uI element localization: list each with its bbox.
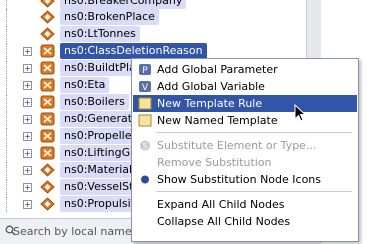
- svg-text:P: P: [142, 66, 148, 76]
- tree-node-label[interactable]: ns0:VesselSt: [60, 179, 138, 195]
- element-node-icon: [40, 10, 55, 24]
- element-node-icon: [40, 129, 55, 143]
- menu-item-new-template-rule[interactable]: New Template Rule: [133, 95, 357, 112]
- expand-icon[interactable]: +: [23, 132, 32, 141]
- tree-node-label[interactable]: ns0:Propulsi: [60, 196, 135, 212]
- svg-text:S: S: [142, 142, 147, 151]
- menu-item-new-named-template[interactable]: New Named Template: [133, 112, 357, 129]
- menu-item-show-substitution-icons[interactable]: Show Substitution Node Icons: [133, 171, 357, 188]
- tree-row[interactable]: ns0:BreakerCompany: [0, 0, 320, 9]
- expand-icon[interactable]: +: [23, 149, 32, 158]
- tree-node-label[interactable]: ns0:Propelle: [60, 128, 136, 144]
- add-parameter-icon: P: [139, 64, 151, 76]
- tree-node-label[interactable]: ns0:Eta: [60, 77, 110, 93]
- tree-node-label[interactable]: ns0:LtTonnes: [60, 26, 140, 42]
- tree-row[interactable]: + ns0:ClassDeletionReason: [0, 43, 320, 59]
- element-node-icon: [40, 163, 55, 177]
- context-menu: P Add Global Parameter V Add Global Vari…: [131, 58, 359, 242]
- expand-icon[interactable]: +: [23, 200, 32, 209]
- substitute-icon: S: [140, 140, 150, 151]
- mouse-cursor-icon: [294, 104, 307, 122]
- element-node-icon: [40, 180, 55, 194]
- expand-icon[interactable]: +: [23, 98, 32, 107]
- element-node-icon: [40, 78, 55, 92]
- add-variable-icon: V: [139, 81, 151, 93]
- expand-icon[interactable]: +: [23, 81, 32, 90]
- expand-icon[interactable]: +: [23, 166, 32, 175]
- tree-row[interactable]: ns0:BrokenPlace: [0, 9, 320, 25]
- element-node-icon: [40, 44, 55, 58]
- expand-icon[interactable]: +: [23, 115, 32, 124]
- element-node-icon: [40, 95, 55, 109]
- expand-icon[interactable]: +: [23, 183, 32, 192]
- element-node-icon: [40, 61, 55, 75]
- tree-node-label[interactable]: ns0:LiftingG: [60, 145, 135, 161]
- element-node-icon: [40, 0, 55, 8]
- expand-icon[interactable]: +: [23, 64, 32, 73]
- tree-node-label[interactable]: ns0:BreakerCompany: [60, 0, 187, 9]
- tree-node-label[interactable]: ns0:Boilers: [60, 94, 129, 110]
- element-node-icon: [40, 146, 55, 160]
- tree-node-label-selected[interactable]: ns0:ClassDeletionReason: [60, 43, 207, 59]
- tree-node-label[interactable]: ns0:BuildtPla: [60, 60, 140, 76]
- tree-node-label[interactable]: ns0:Material: [60, 162, 137, 178]
- svg-text:V: V: [142, 83, 149, 93]
- radio-dot-icon: [141, 175, 149, 184]
- tree-row[interactable]: ns0:LtTonnes: [0, 26, 320, 42]
- menu-item-add-global-parameter[interactable]: P Add Global Parameter: [133, 61, 357, 78]
- menu-item-add-global-variable[interactable]: V Add Global Variable: [133, 78, 357, 95]
- menu-separator: [156, 191, 352, 192]
- menu-item-remove-substitution: Remove Substitution: [157, 156, 272, 169]
- element-node-icon: [40, 197, 55, 211]
- menu-item-substitute-element: S Substitute Element or Type...: [133, 137, 357, 154]
- element-node-icon: [40, 27, 55, 41]
- menu-separator: [156, 132, 352, 133]
- element-node-icon: [40, 112, 55, 126]
- named-template-icon: [138, 114, 152, 127]
- menu-item-collapse-all[interactable]: Collapse All Child Nodes: [133, 213, 357, 230]
- tree-node-label[interactable]: ns0:BrokenPlace: [60, 9, 159, 25]
- template-rule-icon: [138, 97, 152, 110]
- menu-item-expand-all[interactable]: Expand All Child Nodes: [133, 196, 357, 213]
- expand-icon[interactable]: +: [23, 47, 32, 56]
